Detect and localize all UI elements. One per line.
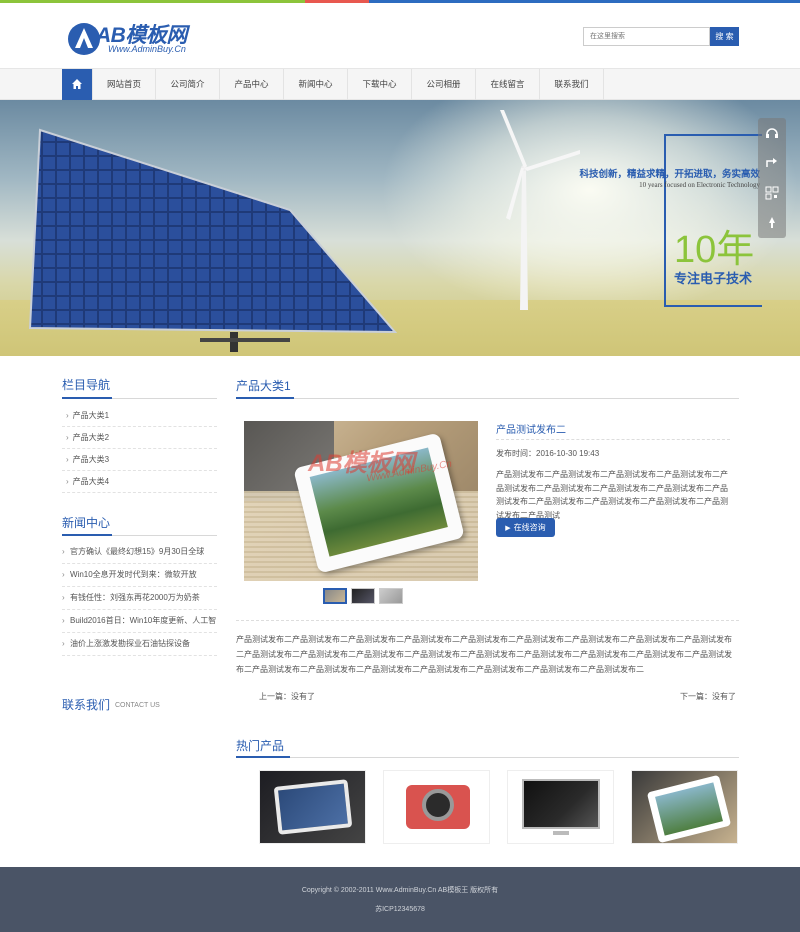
thumbnail[interactable] (351, 588, 375, 604)
title-underline (236, 756, 290, 758)
banner-slogan: 科技创新，精益求精，开拓进取，务实高效 (579, 169, 760, 180)
title-underline (62, 397, 112, 399)
divider (236, 620, 739, 621)
footer-copyright: Copyright © 2002-2011 Www.AdminBuy.Cn AB… (301, 887, 499, 894)
news-item[interactable]: 有钱任性：刘强东再花2000万为奶茶 (62, 587, 217, 610)
divider (236, 757, 739, 758)
home-icon (72, 79, 82, 89)
news-list: 官方确认《最终幻想15》9月30日全球 Win10全息开发时代到来：微软开放 有… (62, 541, 217, 656)
product-thumbnails (323, 588, 403, 604)
news-item[interactable]: 官方确认《最终幻想15》9月30日全球 (62, 541, 217, 564)
thumbnail[interactable] (323, 588, 347, 604)
share-icon[interactable] (758, 148, 786, 178)
nav-item-news[interactable]: 新闻中心 (284, 69, 348, 100)
banner-years: 10年 (674, 229, 755, 271)
news-item[interactable]: Build2016首日：Win10年度更新、人工智 (62, 610, 217, 633)
product-title[interactable]: 产品测试发布二 (496, 421, 566, 436)
product-publish-time: 发布时间：2016-10-30 19:43 (496, 449, 600, 458)
category-item[interactable]: 产品大类1 (62, 405, 217, 427)
nav-item-products[interactable]: 产品中心 (220, 69, 284, 100)
sidebar-contact-title: 联系我们 (62, 698, 111, 712)
play-icon: ▶ (505, 525, 511, 532)
divider (236, 398, 739, 399)
section-title: 产品大类1 (236, 379, 291, 393)
divider (496, 439, 730, 440)
hot-product-tablet[interactable] (631, 770, 738, 844)
news-item[interactable]: Win10全息开发时代到来：微软开放 (62, 564, 217, 587)
nav-item-home[interactable]: 网站首页 (92, 69, 156, 100)
search-input[interactable] (583, 27, 710, 46)
hot-product-tablet-dark[interactable] (259, 770, 366, 844)
product-description: 产品测试发布二产品测试发布二产品测试发布二产品测试发布二产品测试发布二产品测试发… (496, 470, 728, 520)
hot-products-list (259, 770, 738, 844)
header: AB模板网 Www.AdminBuy.Cn 搜 索 (0, 3, 800, 68)
product-content: 产品测试发布二产品测试发布二产品测试发布二产品测试发布二产品测试发布二产品测试发… (236, 635, 732, 674)
back-to-top-icon[interactable] (758, 208, 786, 238)
hot-product-camera[interactable] (383, 770, 490, 844)
logo-url: Www.AdminBuy.Cn (108, 44, 186, 54)
qrcode-icon[interactable] (758, 178, 786, 208)
solar-panel-image (28, 128, 398, 352)
banner-focus: 专注电子技术 (674, 271, 753, 286)
nav-home-button[interactable] (62, 69, 92, 100)
nav-item-downloads[interactable]: 下载中心 (348, 69, 412, 100)
nav-item-contact[interactable]: 联系我们 (540, 69, 604, 100)
floating-toolbar (758, 118, 786, 238)
customer-service-icon[interactable] (758, 118, 786, 148)
thumbnail[interactable] (379, 588, 403, 604)
online-consult-button[interactable]: ▶ 在线咨询 (496, 518, 555, 537)
search-button[interactable]: 搜 索 (710, 27, 739, 46)
sidebar-news-title: 新闻中心 (62, 516, 111, 530)
wind-turbine-image (500, 110, 580, 310)
title-underline (236, 397, 294, 399)
banner-slogan-en: 10 years focused on Electronic Technolog… (639, 181, 760, 189)
consult-label: 在线咨询 (513, 523, 546, 532)
prev-article-link[interactable]: 上一篇：没有了 (259, 691, 315, 702)
sidebar-contact-en: CONTACT US (115, 702, 160, 709)
footer-icp[interactable]: 苏ICP12345678 (0, 904, 800, 914)
news-item[interactable]: 油价上涨激发勘探业石油钻探设备 (62, 633, 217, 656)
nav-item-about[interactable]: 公司简介 (156, 69, 220, 100)
nav-item-album[interactable]: 公司相册 (412, 69, 476, 100)
hot-products-title: 热门产品 (236, 739, 285, 753)
category-item[interactable]: 产品大类4 (62, 471, 217, 493)
category-list: 产品大类1 产品大类2 产品大类3 产品大类4 (62, 405, 217, 493)
next-article-link[interactable]: 下一篇：没有了 (680, 691, 736, 702)
main-nav: 网站首页 公司简介 产品中心 新闻中心 下载中心 公司相册 在线留言 联系我们 (0, 68, 800, 100)
nav-item-guestbook[interactable]: 在线留言 (476, 69, 540, 100)
hot-product-tv[interactable] (507, 770, 614, 844)
category-item[interactable]: 产品大类3 (62, 449, 217, 471)
site-logo[interactable]: AB模板网 Www.AdminBuy.Cn (66, 17, 216, 59)
hero-banner: 科技创新，精益求精，开拓进取，务实高效 10 years focused on … (0, 100, 800, 356)
footer (0, 867, 800, 932)
title-underline (62, 534, 112, 536)
sidebar-nav-title: 栏目导航 (62, 378, 111, 392)
category-item[interactable]: 产品大类2 (62, 427, 217, 449)
